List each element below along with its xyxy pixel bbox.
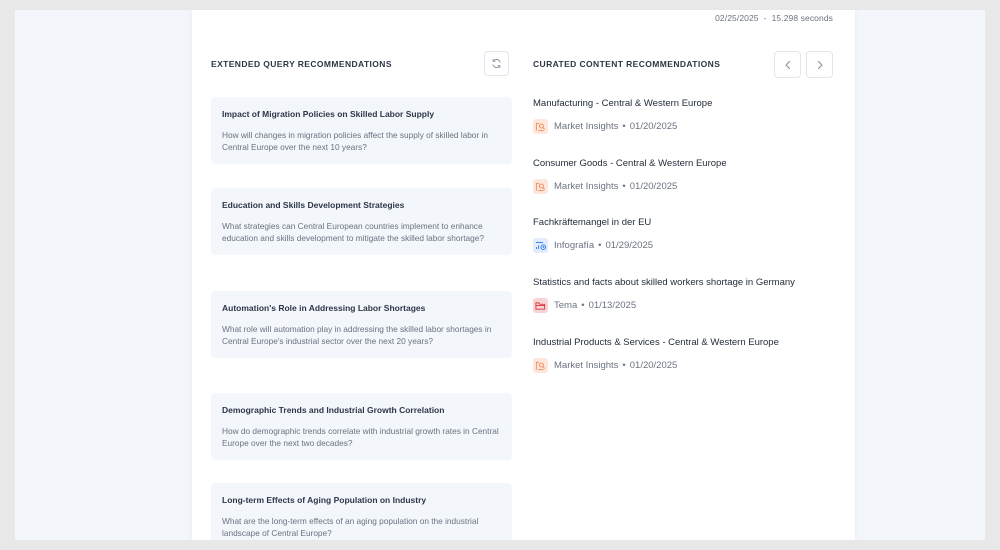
query-title: Education and Skills Development Strateg… [222,200,405,210]
market-insights-icon [533,119,548,134]
content-type: Infografía [554,240,595,251]
content-title: Consumer Goods - Central & Western Europ… [533,158,727,169]
content-meta: Infografía • 01/29/2025 [533,238,833,253]
content-item[interactable]: Consumer Goods - Central & Western Europ… [533,157,833,194]
meta-separator: - [763,13,767,23]
content-meta: Market Insights • 01/20/2025 [533,119,833,134]
meta-dot: • [622,121,626,132]
meta-dot: • [598,240,602,251]
query-card[interactable]: Long-term Effects of Aging Population on… [211,483,512,540]
query-title: Automation's Role in Addressing Labor Sh… [222,303,426,313]
query-title: Impact of Migration Policies on Skilled … [222,109,435,119]
meta-dot: • [622,360,626,371]
search-date: 02/25/2025 [715,13,759,23]
meta-dot: • [581,300,585,311]
query-description: What strategies can Central European cou… [222,221,484,244]
previous-button[interactable] [774,51,801,78]
search-duration: 15.298 seconds [771,13,833,23]
query-card[interactable]: Demographic Trends and Industrial Growth… [211,393,512,460]
infographic-icon [533,238,548,253]
query-card[interactable]: Education and Skills Development Strateg… [211,188,512,255]
query-card[interactable]: Impact of Migration Policies on Skilled … [211,97,512,164]
folder-icon [533,298,548,313]
content-meta: Tema • 01/13/2025 [533,298,833,313]
content-item[interactable]: Statistics and facts about skilled worke… [533,276,833,313]
query-card[interactable]: Automation's Role in Addressing Labor Sh… [211,291,512,358]
content-title: Manufacturing - Central & Western Europe [533,98,713,109]
market-insights-icon [533,179,548,194]
extended-query-title: EXTENDED QUERY RECOMMENDATIONS [211,59,392,69]
content-item[interactable]: Fachkräftemangel in der EU Infografía • 01… [533,216,833,253]
refresh-icon [491,58,502,69]
content-date: 01/20/2025 [629,360,678,371]
chevron-left-icon [784,60,792,70]
content-title: Statistics and facts about skilled worke… [533,277,795,288]
content-item[interactable]: Industrial Products & Services - Central… [533,336,833,373]
content-type: Market Insights [554,360,619,371]
content-date: 01/20/2025 [629,181,678,192]
content-meta: Market Insights • 01/20/2025 [533,358,833,373]
next-button[interactable] [806,51,833,78]
content-type: Market Insights [554,181,619,192]
content-type: Market Insights [554,121,619,132]
query-title: Long-term Effects of Aging Population on… [222,495,427,505]
content-date: 01/13/2025 [588,300,637,311]
results-panel: 02/25/2025-15.298 seconds EXTENDED QUERY… [192,10,855,540]
query-title: Demographic Trends and Industrial Growth… [222,405,445,415]
content-item[interactable]: Manufacturing - Central & Western Europe… [533,97,833,134]
content-title: Fachkräftemangel in der EU [533,217,652,228]
market-insights-icon [533,358,548,373]
content-meta: Market Insights • 01/20/2025 [533,179,833,194]
curated-content-title: CURATED CONTENT RECOMMENDATIONS [533,59,721,69]
query-description: How do demographic trends correlate with… [222,426,499,449]
viewport: 02/25/2025-15.298 seconds EXTENDED QUERY… [15,10,985,540]
query-description: What role will automation play in addres… [222,324,492,347]
meta-dot: • [622,181,626,192]
search-meta: 02/25/2025-15.298 seconds [715,13,833,23]
content-date: 01/20/2025 [629,121,678,132]
query-description: What are the long-term effects of an agi… [222,516,479,539]
content-type: Tema [554,300,578,311]
refresh-button[interactable] [484,51,509,76]
query-description: How will changes in migration policies a… [222,130,488,153]
chevron-right-icon [816,60,824,70]
content-date: 01/29/2025 [605,240,654,251]
content-title: Industrial Products & Services - Central… [533,337,779,348]
